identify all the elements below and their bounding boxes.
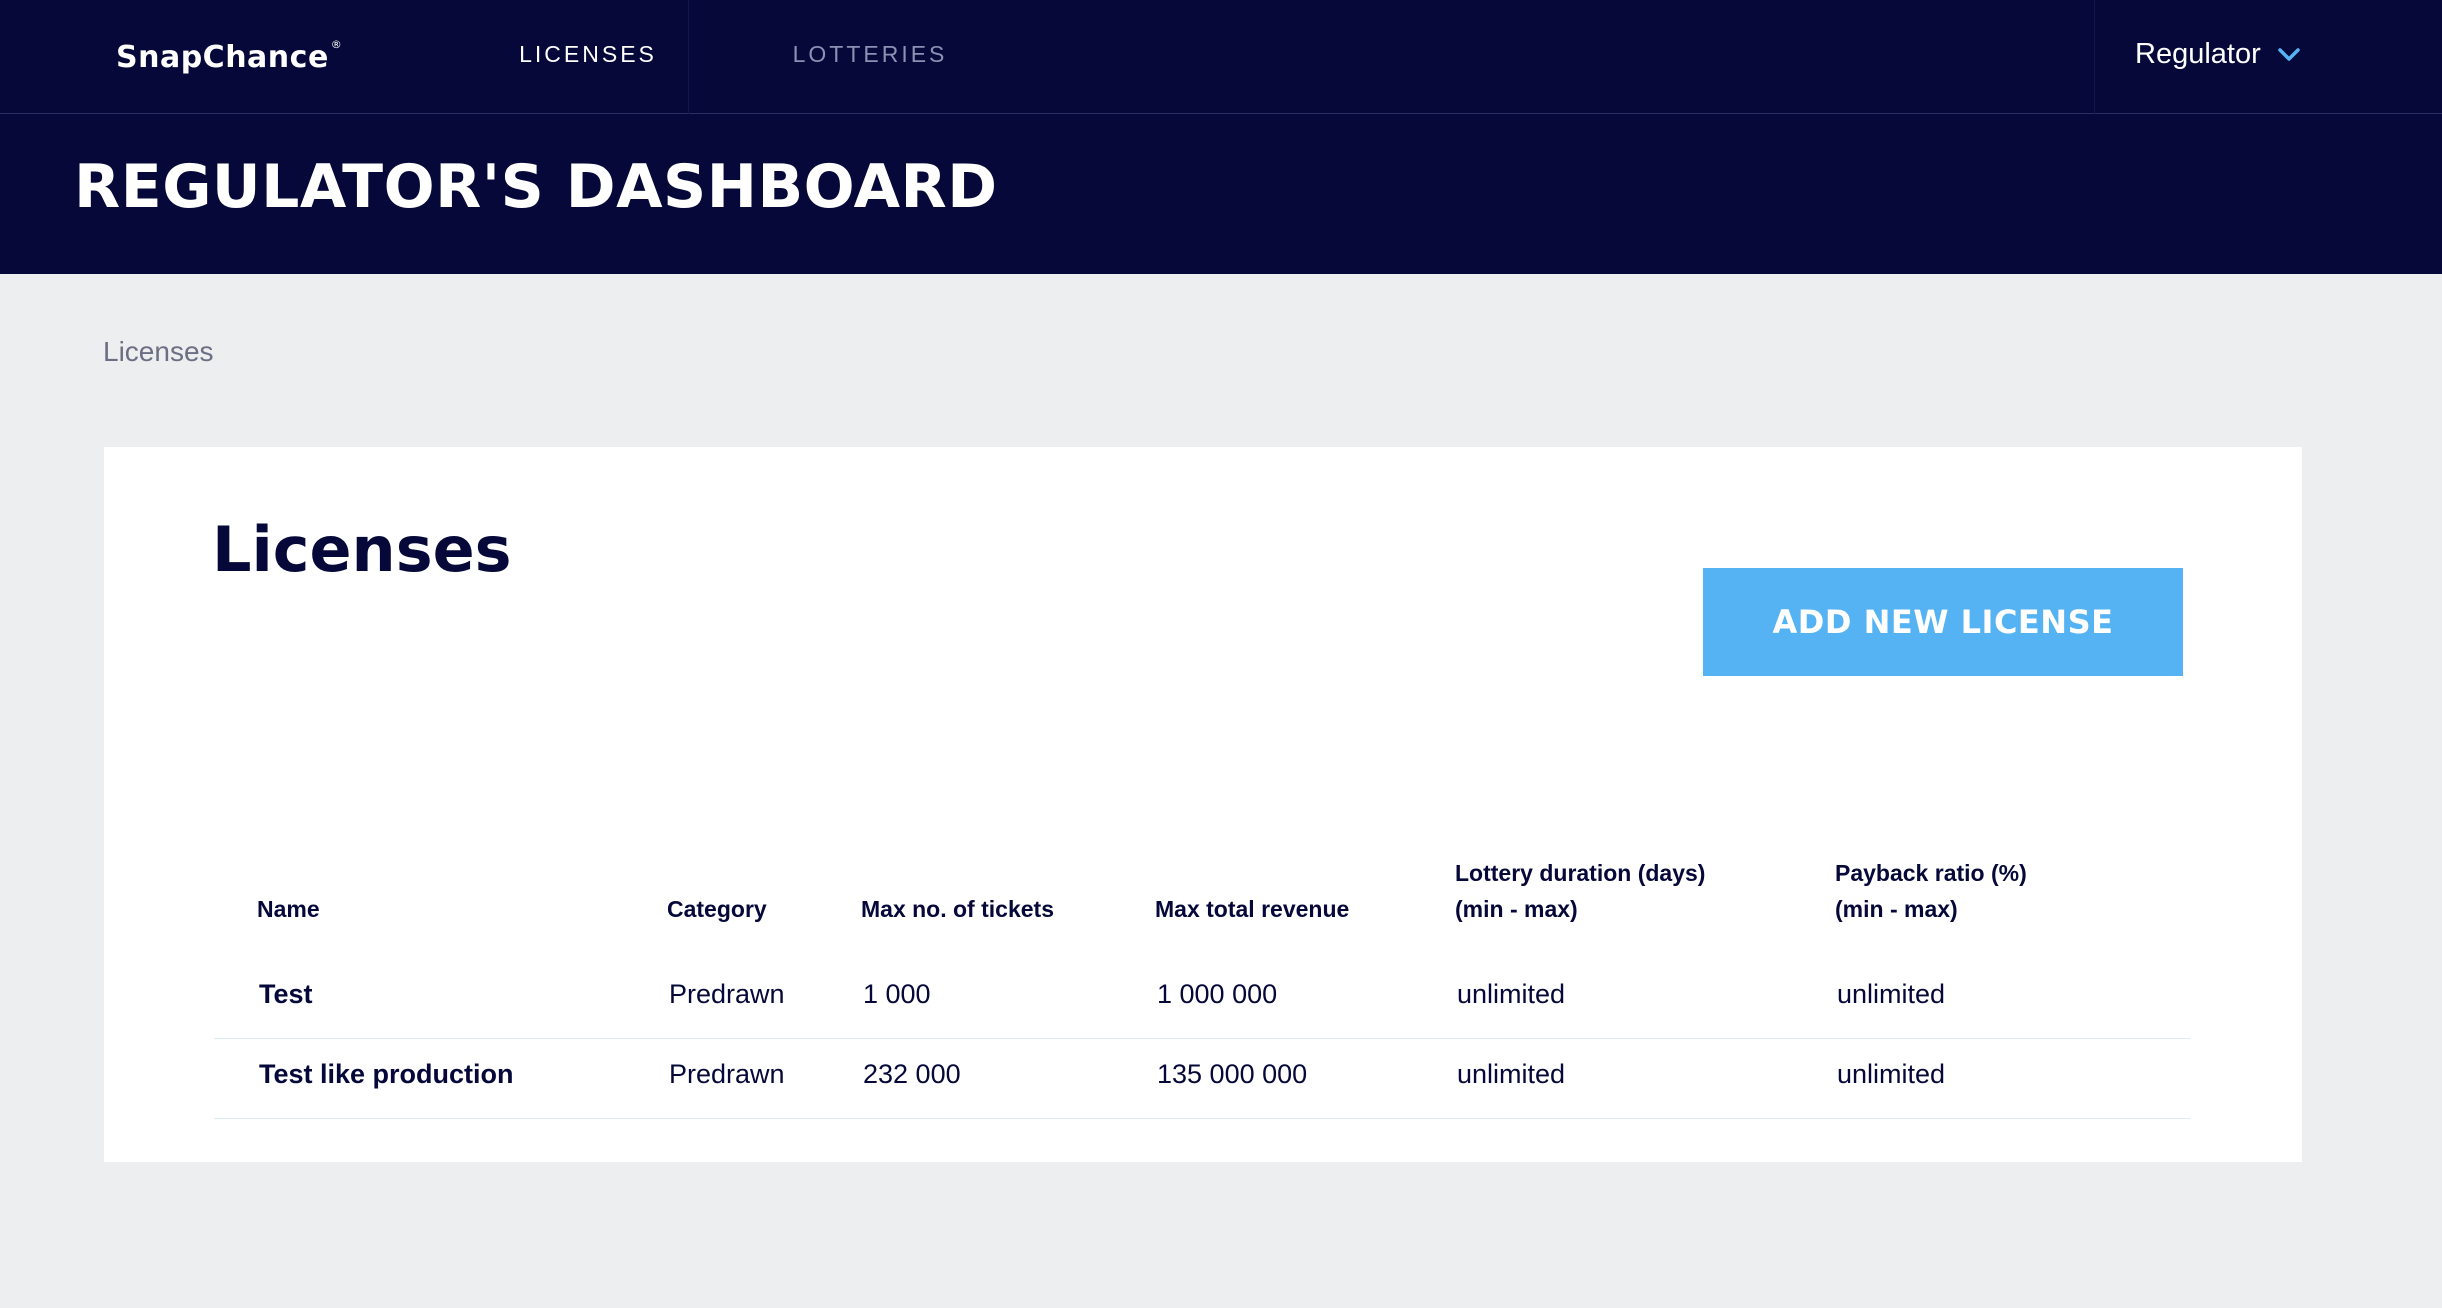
cell-max-tickets: 232 000 [863, 1059, 961, 1089]
cell-name: Test [259, 979, 313, 1009]
cell-max-revenue: 1 000 000 [1157, 979, 1278, 1009]
table-row[interactable]: Test like production Predrawn 232 000 13… [214, 1039, 2190, 1119]
column-header-payback-ratio-line1: Payback ratio (%) [1835, 860, 2027, 886]
table-row[interactable]: Test Predrawn 1 000 1 000 000 unlimited … [214, 959, 2190, 1039]
column-header-payback-ratio-line2: (min - max) [1835, 896, 1958, 922]
top-navbar: SnapChance ® LICENSES LOTTERIES Regulator [0, 0, 2442, 114]
section-title: Licenses [212, 513, 512, 586]
cell-lottery-duration: unlimited [1457, 1059, 1566, 1089]
cell-max-tickets: 1 000 [863, 979, 931, 1009]
logo-text: SnapChance [116, 40, 329, 75]
column-header-category: Category [667, 896, 767, 922]
cell-payback-ratio: unlimited [1837, 1059, 1946, 1089]
breadcrumb: Licenses [103, 336, 214, 367]
logo[interactable]: SnapChance ® [116, 38, 343, 75]
licenses-card: Licenses ADD NEW LICENSE Name Category M… [104, 447, 2302, 1162]
user-menu-dropdown[interactable]: Regulator [2094, 0, 2442, 114]
column-header-lottery-duration-line1: Lottery duration (days) [1455, 860, 1706, 886]
nav-item-licenses[interactable]: LICENSES [488, 0, 689, 114]
nav-item-lotteries[interactable]: LOTTERIES [770, 0, 970, 114]
cell-category: Predrawn [669, 1059, 785, 1089]
cell-payback-ratio: unlimited [1837, 979, 1946, 1009]
column-header-max-tickets: Max no. of tickets [861, 896, 1054, 922]
cell-category: Predrawn [669, 979, 785, 1009]
dashboard-header: REGULATOR'S DASHBOARD [0, 114, 2442, 274]
column-header-payback-ratio: Payback ratio (%) (min - max) [1835, 855, 2027, 927]
column-header-lottery-duration: Lottery duration (days) (min - max) [1455, 855, 1705, 927]
page-title: REGULATOR'S DASHBOARD [74, 152, 998, 222]
add-new-license-button[interactable]: ADD NEW LICENSE [1703, 568, 2183, 676]
cell-max-revenue: 135 000 000 [1157, 1059, 1308, 1089]
column-header-max-revenue: Max total revenue [1155, 896, 1350, 922]
user-menu-label: Regulator [2135, 38, 2261, 70]
cell-name: Test like production [259, 1059, 514, 1089]
chevron-down-icon [2278, 48, 2300, 61]
column-header-name: Name [257, 896, 320, 922]
registered-mark: ® [330, 38, 343, 51]
cell-lottery-duration: unlimited [1457, 979, 1566, 1009]
column-header-lottery-duration-line2: (min - max) [1455, 896, 1578, 922]
